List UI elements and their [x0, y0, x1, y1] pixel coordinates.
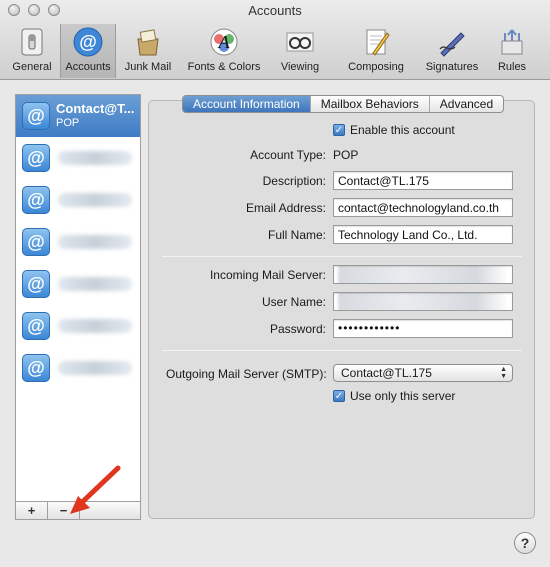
toolbar-fonts-colors[interactable]: A Fonts & Colors [180, 24, 268, 78]
account-row[interactable]: @ [16, 347, 140, 389]
at-sign-icon: @ [22, 102, 50, 130]
enable-account-checkbox[interactable]: ✓ Enable this account [333, 123, 455, 137]
checkmark-icon: ✓ [333, 124, 345, 136]
at-sign-icon: @ [22, 312, 50, 340]
color-font-icon: A [208, 26, 240, 58]
help-button[interactable]: ? [514, 532, 536, 554]
redacted-account-name [58, 361, 132, 375]
account-type-label: Account Type: [250, 148, 326, 162]
toolbar-signatures-label: Signatures [425, 61, 479, 73]
incoming-server-label: Incoming Mail Server: [209, 268, 326, 282]
redacted-account-name [58, 193, 132, 207]
glasses-icon [284, 26, 316, 58]
account-row[interactable]: @ [16, 179, 140, 221]
toolbar-viewing[interactable]: Viewing [268, 24, 332, 78]
at-sign-icon: @ [22, 354, 50, 382]
svg-text:@: @ [79, 32, 97, 52]
toolbar-general[interactable]: General [4, 24, 60, 78]
tab-mailbox-behaviors[interactable]: Mailbox Behaviors [311, 96, 430, 112]
account-type: POP [56, 117, 80, 129]
tab-advanced[interactable]: Advanced [430, 96, 503, 112]
full-name-label: Full Name: [267, 228, 326, 242]
toolbar-junk-mail[interactable]: Junk Mail [116, 24, 180, 78]
at-sign-icon: @ [22, 186, 50, 214]
account-type-value: POP [333, 148, 359, 162]
account-name: Contact@T... [56, 101, 135, 116]
toolbar-accounts-label: Accounts [65, 61, 111, 73]
settings-tabs: Account Information Mailbox Behaviors Ad… [182, 95, 505, 113]
updown-chevron-icon: ▲ ▼ [500, 366, 507, 380]
redacted-account-name [58, 235, 132, 249]
outgoing-server-label: Outgoing Mail Server (SMTP): [166, 367, 327, 381]
toolbar-composing[interactable]: Composing [332, 24, 420, 78]
enable-account-label: Enable this account [350, 123, 455, 137]
email-address-field[interactable] [333, 198, 513, 217]
account-row[interactable]: @ [16, 221, 140, 263]
toolbar-fonts-colors-label: Fonts & Colors [187, 61, 261, 73]
toolbar-rules[interactable]: Rules [484, 24, 540, 78]
toolbar-signatures[interactable]: Signatures [420, 24, 484, 78]
section-divider [162, 350, 522, 351]
switch-icon [16, 26, 48, 58]
at-sign-icon: @ [22, 270, 50, 298]
toolbar-accounts[interactable]: @ Accounts [60, 24, 116, 78]
signature-pen-icon [436, 26, 468, 58]
full-name-field[interactable] [333, 225, 513, 244]
user-name-label: User Name: [261, 295, 326, 309]
preferences-toolbar: General @ Accounts Junk Mail A Fonts & C… [4, 24, 540, 78]
pencil-paper-icon [360, 26, 392, 58]
use-only-server-label: Use only this server [350, 389, 456, 403]
toolbar-junk-mail-label: Junk Mail [124, 61, 172, 73]
description-label: Description: [262, 174, 326, 188]
password-label: Password: [269, 322, 326, 336]
accounts-list[interactable]: @ Contact@T... POP @ @ @ @ @ @ [15, 94, 141, 502]
section-divider [162, 256, 522, 257]
incoming-server-field[interactable] [333, 265, 513, 284]
red-annotation-arrow-icon [70, 465, 121, 514]
checkmark-icon: ✓ [333, 390, 345, 402]
email-address-label: Email Address: [245, 201, 326, 215]
account-row[interactable]: @ [16, 263, 140, 305]
add-account-button[interactable]: + [16, 502, 48, 519]
at-sign-icon: @ [22, 228, 50, 256]
outgoing-server-popup[interactable]: Contact@TL.175 ▲ ▼ [333, 364, 513, 382]
redacted-account-name [58, 277, 132, 291]
toolbar-rules-label: Rules [497, 61, 527, 73]
toolbar-general-label: General [12, 61, 52, 73]
at-sign-icon: @ [72, 26, 104, 58]
window-title: Accounts [248, 3, 302, 18]
svg-text:A: A [218, 32, 231, 52]
account-text: Contact@T... POP [56, 102, 134, 130]
description-field[interactable] [333, 171, 513, 190]
outgoing-server-value: Contact@TL.175 [341, 366, 432, 380]
account-row[interactable]: @ [16, 137, 140, 179]
user-name-field[interactable] [333, 292, 513, 311]
toolbar-viewing-label: Viewing [280, 61, 320, 73]
account-row-selected[interactable]: @ Contact@T... POP [16, 95, 140, 137]
password-field[interactable]: •••••••••••• [333, 319, 513, 338]
toolbar-composing-label: Composing [348, 61, 404, 73]
redacted-account-name [58, 319, 132, 333]
redacted-account-name [58, 151, 132, 165]
window-toolbar-area: Accounts General @ Accounts Junk Mail A … [0, 0, 550, 80]
junk-mail-icon [132, 26, 164, 58]
tab-account-information[interactable]: Account Information [183, 96, 311, 112]
at-sign-icon: @ [22, 144, 50, 172]
rules-arrows-icon [496, 26, 528, 58]
account-row[interactable]: @ [16, 305, 140, 347]
use-only-server-checkbox[interactable]: ✓ Use only this server [333, 389, 455, 403]
